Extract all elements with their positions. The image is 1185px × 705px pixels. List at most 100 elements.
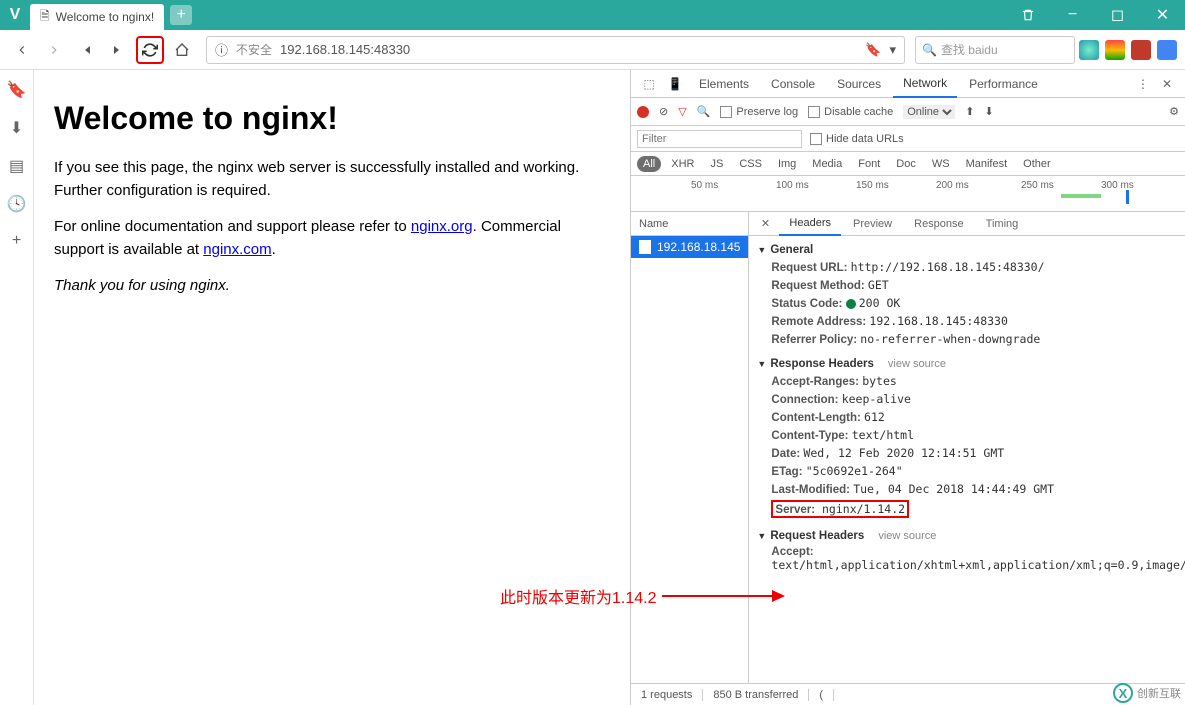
devtools-close-icon[interactable]: ✕ [1155, 72, 1179, 96]
filter-input[interactable] [637, 130, 802, 148]
title-bar: V 🗎 Welcome to nginx! + − ◻ ✕ [0, 0, 1185, 30]
tab-title: Welcome to nginx! [56, 10, 155, 24]
server-header-highlight: Server: nginx/1.14.2 [771, 500, 909, 518]
page-title: Welcome to nginx! [54, 100, 610, 137]
thanks-text: Thank you for using nginx. [54, 275, 610, 298]
type-img[interactable]: Img [772, 156, 802, 172]
hide-urls-checkbox[interactable] [810, 133, 822, 145]
network-controls: ⊘ ▽ 🔍 Preserve log Disable cache Online … [631, 98, 1185, 126]
search-box[interactable]: 🔍 查找 baidu [915, 36, 1075, 64]
tab-headers[interactable]: Headers [779, 212, 841, 236]
record-button[interactable] [637, 106, 649, 118]
type-doc[interactable]: Doc [890, 156, 922, 172]
type-other[interactable]: Other [1017, 156, 1057, 172]
general-section[interactable]: ▼General [757, 242, 1185, 258]
search-icon[interactable]: 🔍 [697, 105, 711, 118]
request-row[interactable]: 192.168.18.145 [631, 236, 748, 258]
nginx-org-link[interactable]: nginx.org [411, 218, 473, 235]
device-icon[interactable]: 📱 [663, 72, 687, 96]
resource-types: All XHR JS CSS Img Media Font Doc WS Man… [631, 152, 1185, 176]
tab-performance[interactable]: Performance [959, 70, 1048, 98]
shield-icon[interactable] [1131, 40, 1151, 60]
stop-icon[interactable]: ⊘ [659, 105, 668, 118]
filter-row: Hide data URLs [631, 126, 1185, 152]
tab-network[interactable]: Network [893, 70, 957, 98]
close-button[interactable]: ✕ [1140, 0, 1185, 30]
tab-preview[interactable]: Preview [843, 212, 902, 236]
more-icon[interactable]: ⋮ [1131, 72, 1155, 96]
info-icon: ⓘ [215, 40, 228, 59]
trash-icon[interactable] [1005, 0, 1050, 30]
rewind-button[interactable] [72, 36, 100, 64]
preserve-checkbox[interactable] [720, 106, 732, 118]
inspect-icon[interactable]: ⬚ [637, 72, 661, 96]
type-css[interactable]: CSS [733, 156, 768, 172]
forward-button[interactable] [40, 36, 68, 64]
devtools-statusbar: 1 requests 850 B transferred ( [631, 683, 1185, 705]
arrow-icon [657, 586, 787, 606]
bookmarks-icon[interactable]: 🔖 [7, 80, 27, 100]
response-headers-section[interactable]: ▼Response Headersview source [757, 356, 1185, 372]
download-icon[interactable]: ⬇ [10, 118, 23, 138]
throttle-select[interactable]: Online [903, 105, 955, 119]
request-headers-section[interactable]: ▼Request Headersview source [757, 528, 1185, 544]
tab-elements[interactable]: Elements [689, 70, 759, 98]
address-bar[interactable]: ⓘ 不安全 192.168.18.145:48330 🔖 ▾ [206, 36, 905, 64]
type-js[interactable]: JS [704, 156, 729, 172]
tab-sources[interactable]: Sources [827, 70, 891, 98]
upload-icon[interactable]: ⬆ [965, 105, 974, 118]
filter-icon[interactable]: ▽ [678, 105, 686, 118]
search-icon: 🔍 [922, 43, 937, 57]
links-text: For online documentation and support ple… [54, 216, 610, 261]
type-xhr[interactable]: XHR [665, 156, 700, 172]
maximize-button[interactable]: ◻ [1095, 0, 1140, 30]
request-detail: ✕ Headers Preview Response Timing ▼Gener… [749, 212, 1185, 683]
annotation-version: 此时版本更新为1.14.2 [500, 584, 787, 608]
dropdown-icon[interactable]: ▾ [889, 42, 896, 58]
minimize-button[interactable]: − [1050, 0, 1095, 30]
fast-forward-button[interactable] [104, 36, 132, 64]
search-placeholder: 查找 baidu [941, 41, 998, 58]
extension-icons [1079, 40, 1177, 60]
page-content: Welcome to nginx! If you see this page, … [34, 70, 630, 705]
notes-icon[interactable]: ▤ [9, 156, 24, 176]
watermark-logo-icon: X [1113, 683, 1133, 703]
new-tab-button[interactable]: + [170, 5, 192, 25]
tab-timing[interactable]: Timing [976, 212, 1029, 236]
status-dot-icon [846, 299, 856, 309]
translate-icon[interactable] [1157, 40, 1177, 60]
browser-toolbar: ⓘ 不安全 192.168.18.145:48330 🔖 ▾ 🔍 查找 baid… [0, 30, 1185, 70]
type-ws[interactable]: WS [926, 156, 956, 172]
browser-tab[interactable]: 🗎 Welcome to nginx! [30, 4, 164, 30]
devtools-panel: ⬚ 📱 Elements Console Sources Network Per… [630, 70, 1185, 705]
devtools-tabs: ⬚ 📱 Elements Console Sources Network Per… [631, 70, 1185, 98]
timeline[interactable]: 50 ms 100 ms 150 ms 200 ms 250 ms 300 ms [631, 176, 1185, 212]
name-column-header[interactable]: Name [631, 212, 748, 236]
app-icon: V [0, 0, 30, 30]
back-button[interactable] [8, 36, 36, 64]
reload-button[interactable] [136, 36, 164, 64]
type-all[interactable]: All [637, 156, 661, 172]
tab-console[interactable]: Console [761, 70, 825, 98]
add-panel-icon[interactable]: + [12, 232, 21, 250]
history-icon[interactable]: 🕓 [7, 194, 27, 214]
settings-icon[interactable]: ⚙ [1169, 105, 1179, 118]
extension-icon[interactable] [1105, 40, 1125, 60]
type-font[interactable]: Font [852, 156, 886, 172]
url-text: 192.168.18.145:48330 [280, 42, 410, 57]
security-label: 不安全 [236, 41, 272, 58]
type-media[interactable]: Media [806, 156, 848, 172]
close-detail-icon[interactable]: ✕ [753, 212, 777, 236]
sidebar-panel: 🔖 ⬇ ▤ 🕓 + [0, 70, 34, 705]
bookmark-icon[interactable]: 🔖 [865, 42, 881, 58]
page-icon: 🗎 [40, 7, 50, 28]
intro-text: If you see this page, the nginx web serv… [54, 157, 610, 202]
type-manifest[interactable]: Manifest [960, 156, 1014, 172]
download-icon[interactable]: ⬇ [984, 105, 993, 118]
nginx-com-link[interactable]: nginx.com [203, 241, 271, 258]
tab-response[interactable]: Response [904, 212, 974, 236]
home-button[interactable] [168, 36, 196, 64]
request-list: Name 192.168.18.145 [631, 212, 749, 683]
globe-icon[interactable] [1079, 40, 1099, 60]
disable-cache-checkbox[interactable] [808, 106, 820, 118]
